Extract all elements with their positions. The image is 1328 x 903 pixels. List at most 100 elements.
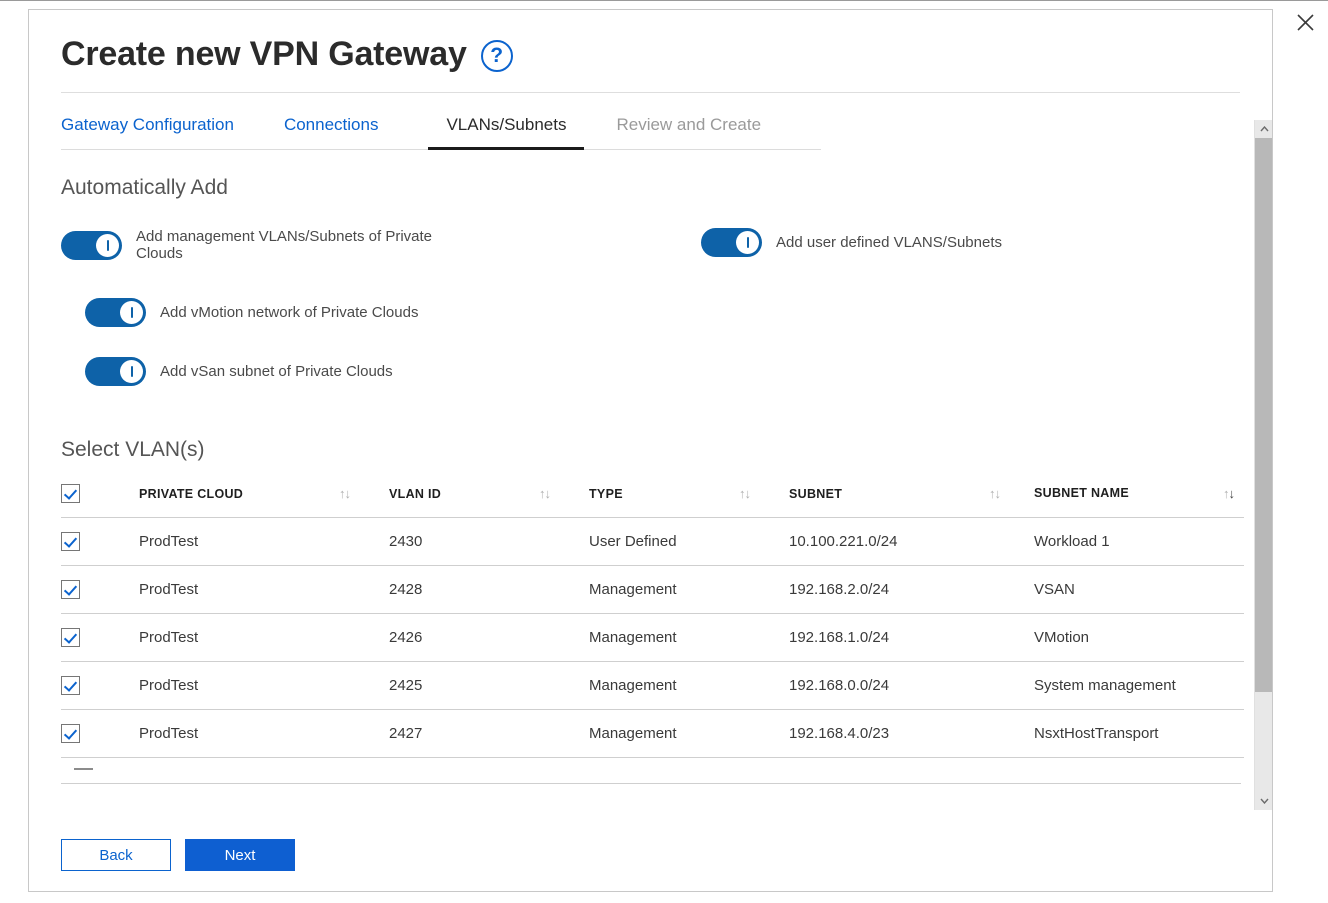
scroll-down-icon[interactable] [1255, 792, 1272, 810]
toggle-row-user-defined-vlans: Add user defined VLANS/Subnets [701, 228, 1002, 257]
column-header-private-cloud[interactable]: PRIVATE CLOUD [139, 484, 339, 518]
tab-gateway-configuration[interactable]: Gateway Configuration [61, 115, 234, 150]
row-checkbox-cell [61, 613, 139, 662]
table-row[interactable]: ProdTest 2426 Management 192.168.1.0/24 … [61, 613, 1244, 662]
close-icon[interactable] [1288, 5, 1322, 39]
next-button[interactable]: Next [185, 839, 295, 871]
toggle-add-management-vlans[interactable] [61, 230, 122, 260]
select-all-checkbox[interactable] [61, 484, 80, 503]
page-title: Create new VPN Gateway [61, 35, 467, 73]
toggle-row-vsan-subnet: Add vSan subnet of Private Clouds [85, 357, 1272, 386]
back-button[interactable]: Back [61, 839, 171, 871]
sort-icon-subnet[interactable]: ↑↓ [989, 486, 1001, 501]
tab-connections[interactable]: Connections [284, 115, 379, 150]
cell-spacer [539, 517, 589, 566]
sort-icon-vlan-id[interactable]: ↑↓ [539, 486, 551, 501]
toggle-add-vmotion-network[interactable] [85, 298, 146, 327]
column-header-vlan-id[interactable]: VLAN ID [389, 484, 539, 518]
cell-spacer [739, 661, 789, 710]
toggle-knob-icon [120, 301, 143, 324]
row-checkbox[interactable] [61, 724, 80, 743]
cell-vlan-id: 2430 [389, 517, 539, 566]
cell-vlan-id: 2428 [389, 565, 539, 614]
cell-spacer [539, 565, 589, 614]
dialog-footer: Back Next [61, 839, 295, 871]
cell-spacer [739, 613, 789, 662]
column-header-subnet-name-label: SUBNET NAME [1034, 486, 1129, 500]
column-header-type[interactable]: TYPE [589, 484, 739, 518]
cell-spacer [989, 565, 1034, 614]
toggle-add-vsan-subnet[interactable] [85, 357, 146, 386]
cell-spacer [539, 709, 589, 758]
sort-icon-subnet-name[interactable]: ↑↓ [1223, 486, 1235, 501]
sort-icon-private-cloud[interactable]: ↑↓ [339, 486, 351, 501]
table-row[interactable]: ProdTest 2428 Management 192.168.2.0/24 … [61, 565, 1244, 614]
help-icon[interactable]: ? [480, 40, 513, 72]
content-scrollbar[interactable] [1254, 120, 1272, 810]
cell-vlan-id: 2425 [389, 661, 539, 710]
cell-private-cloud: ProdTest [139, 565, 339, 614]
row-checkbox-cell [61, 709, 139, 758]
cell-type: Management [589, 661, 739, 710]
header-divider [61, 92, 1240, 93]
cell-spacer [539, 613, 589, 662]
cell-spacer [539, 661, 589, 710]
toggle-add-user-defined-vlans[interactable] [701, 228, 762, 257]
toggle-label-add-vmotion-network: Add vMotion network of Private Clouds [160, 304, 419, 321]
table-row-partial[interactable] [61, 758, 1241, 784]
row-checkbox-partial[interactable] [74, 768, 93, 770]
cell-private-cloud: ProdTest [139, 613, 339, 662]
cell-type: Management [589, 565, 739, 614]
sort-icon-type[interactable]: ↑↓ [739, 486, 751, 501]
toggle-knob-icon [96, 233, 119, 257]
table-header-row: PRIVATE CLOUD ↑↓ VLAN ID ↑↓ TYPE ↑↓ SUBN… [61, 484, 1244, 518]
sort-cell-subnet: ↑↓ [989, 484, 1034, 518]
table-row[interactable]: ProdTest 2430 User Defined 10.100.221.0/… [61, 517, 1244, 566]
page-frame: Create new VPN Gateway ? Gateway Configu… [0, 0, 1328, 903]
cell-spacer [339, 613, 389, 662]
cell-subnet-name: NsxtHostTransport [1034, 709, 1244, 758]
toggle-row-management-vlans: Add management VLANs/Subnets of Private … [61, 228, 1272, 262]
scroll-up-icon[interactable] [1255, 120, 1272, 138]
cell-private-cloud: ProdTest [139, 661, 339, 710]
tab-vlans-subnets[interactable]: VLANs/Subnets [428, 115, 585, 150]
vlan-table: PRIVATE CLOUD ↑↓ VLAN ID ↑↓ TYPE ↑↓ SUBN… [61, 484, 1244, 758]
cell-subnet-name: Workload 1 [1034, 517, 1244, 566]
cell-spacer [339, 565, 389, 614]
cell-subnet: 192.168.1.0/24 [789, 613, 989, 662]
scrollbar-thumb[interactable] [1255, 138, 1272, 692]
cell-subnet: 10.100.221.0/24 [789, 517, 989, 566]
cell-private-cloud: ProdTest [139, 709, 339, 758]
sort-cell-vlan-id: ↑↓ [539, 484, 589, 518]
toggle-knob-icon [736, 231, 759, 254]
cell-spacer [739, 565, 789, 614]
automatically-add-toggles: Add management VLANs/Subnets of Private … [61, 228, 1272, 386]
cell-vlan-id: 2427 [389, 709, 539, 758]
toggle-label-add-management-vlans: Add management VLANs/Subnets of Private … [136, 228, 433, 262]
tab-review-and-create[interactable]: Review and Create [616, 115, 761, 150]
cell-spacer [989, 661, 1034, 710]
vlan-table-container: PRIVATE CLOUD ↑↓ VLAN ID ↑↓ TYPE ↑↓ SUBN… [61, 484, 1244, 758]
row-checkbox[interactable] [61, 628, 80, 647]
cell-spacer [339, 517, 389, 566]
row-checkbox[interactable] [61, 532, 80, 551]
cell-subnet: 192.168.0.0/24 [789, 661, 989, 710]
dialog-header: Create new VPN Gateway ? [29, 10, 1272, 76]
cell-subnet-name: VMotion [1034, 613, 1244, 662]
wizard-tabs: Gateway Configuration Connections VLANs/… [61, 115, 821, 150]
row-checkbox-cell [61, 565, 139, 614]
row-checkbox[interactable] [61, 580, 80, 599]
row-checkbox[interactable] [61, 676, 80, 695]
select-all-cell [61, 484, 139, 518]
cell-spacer [989, 709, 1034, 758]
column-header-subnet[interactable]: SUBNET [789, 484, 989, 518]
sort-cell-private-cloud: ↑↓ [339, 484, 389, 518]
cell-spacer [339, 709, 389, 758]
row-checkbox-cell [61, 517, 139, 566]
cell-subnet-name: VSAN [1034, 565, 1244, 614]
cell-subnet: 192.168.4.0/23 [789, 709, 989, 758]
column-header-subnet-name[interactable]: SUBNET NAME ↑↓ [1034, 484, 1244, 518]
table-row[interactable]: ProdTest 2427 Management 192.168.4.0/23 … [61, 709, 1244, 758]
table-row[interactable]: ProdTest 2425 Management 192.168.0.0/24 … [61, 661, 1244, 710]
cell-type: Management [589, 709, 739, 758]
